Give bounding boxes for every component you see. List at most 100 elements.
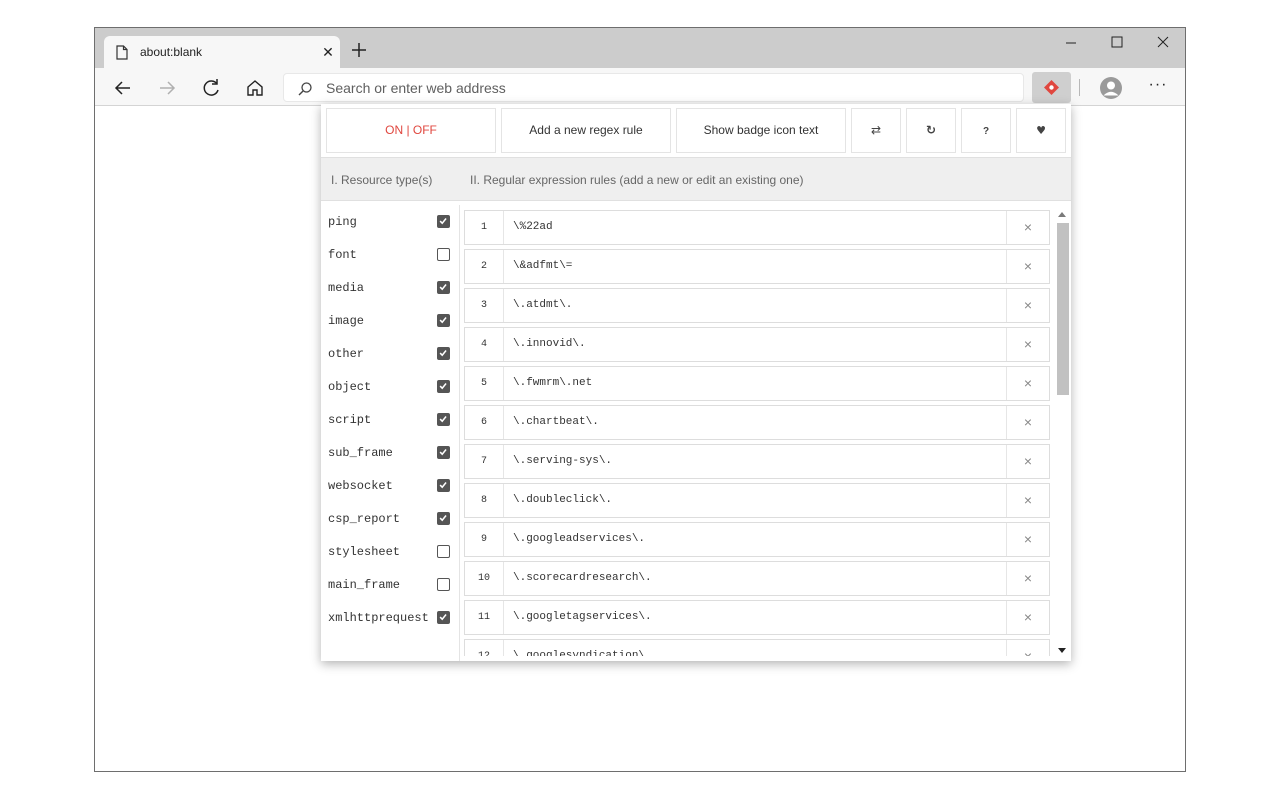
rule-pattern[interactable]: \.atdmt\. <box>513 299 572 311</box>
regex-rule-list: 1 \%22ad × 2 \&adfmt\= × 3 \.atdmt\. × 4 \.innovid… <box>464 210 1050 656</box>
rule-pattern[interactable]: \.serving-sys\. <box>513 455 612 467</box>
resource-type-checkbox[interactable] <box>437 512 450 525</box>
maximize-icon[interactable] <box>1094 28 1140 58</box>
heart-button[interactable]: ♥ <box>1016 108 1066 153</box>
resource-type-row[interactable]: csp_report <box>321 502 460 535</box>
delete-rule-icon[interactable]: × <box>1006 406 1049 439</box>
regex-rule-row[interactable]: 7 \.serving-sys\. × <box>464 444 1050 479</box>
resource-type-row[interactable]: stylesheet <box>321 535 460 568</box>
resource-type-checkbox[interactable] <box>437 347 450 360</box>
address-input[interactable] <box>326 79 1006 97</box>
delete-rule-icon[interactable]: × <box>1006 367 1049 400</box>
delete-rule-icon[interactable]: × <box>1006 640 1049 656</box>
resource-type-row[interactable]: script <box>321 403 460 436</box>
add-rule-button[interactable]: Add a new regex rule <box>501 108 671 153</box>
checkmark-icon <box>439 317 447 324</box>
on-off-button[interactable]: ON | OFF <box>326 108 496 153</box>
resource-type-checkbox[interactable] <box>437 611 450 624</box>
scroll-down-arrow-icon[interactable] <box>1058 648 1066 653</box>
delete-rule-icon[interactable]: × <box>1006 523 1049 556</box>
profile-avatar-icon[interactable] <box>1099 76 1123 100</box>
resource-type-row[interactable]: font <box>321 238 460 271</box>
resource-type-row[interactable]: websocket <box>321 469 460 502</box>
delete-rule-icon[interactable]: × <box>1006 250 1049 283</box>
resource-type-row[interactable]: xmlhttprequest <box>321 601 460 634</box>
regex-rule-row[interactable]: 6 \.chartbeat\. × <box>464 405 1050 440</box>
regex-rule-row[interactable]: 2 \&adfmt\= × <box>464 249 1050 284</box>
rule-pattern[interactable]: \.googleadservices\. <box>513 533 645 545</box>
resource-type-checkbox[interactable] <box>437 545 450 558</box>
resource-type-checkbox[interactable] <box>437 479 450 492</box>
resource-type-row[interactable]: object <box>321 370 460 403</box>
home-icon[interactable] <box>241 75 269 101</box>
scroll-up-arrow-icon[interactable] <box>1058 212 1066 217</box>
resource-type-checkbox[interactable] <box>437 215 450 228</box>
resource-type-checkbox[interactable] <box>437 446 450 459</box>
rule-pattern[interactable]: \.googlesyndication\. <box>513 650 652 656</box>
rule-pattern[interactable]: \.chartbeat\. <box>513 416 599 428</box>
minimize-icon[interactable] <box>1048 28 1094 58</box>
rule-pattern[interactable]: \.scorecardresearch\. <box>513 572 652 584</box>
rule-pattern[interactable]: \.innovid\. <box>513 338 586 350</box>
help-button[interactable]: ? <box>961 108 1011 153</box>
refresh-button[interactable]: ↻ <box>906 108 956 153</box>
new-tab-icon[interactable] <box>347 38 371 62</box>
delete-rule-icon[interactable]: × <box>1006 601 1049 634</box>
show-badge-text-button[interactable]: Show badge icon text <box>676 108 846 153</box>
resource-type-checkbox[interactable] <box>437 248 450 261</box>
browser-tab[interactable]: about:blank ✕ <box>104 36 340 69</box>
rule-number: 1 <box>465 211 504 244</box>
rule-pattern[interactable]: \.doubleclick\. <box>513 494 612 506</box>
resource-type-list: ping font media image other object script sub_f… <box>321 205 460 661</box>
rule-pattern[interactable]: \&adfmt\= <box>513 260 572 272</box>
resource-type-checkbox[interactable] <box>437 281 450 294</box>
delete-rule-icon[interactable]: × <box>1006 562 1049 595</box>
regex-rule-row[interactable]: 5 \.fwmrm\.net × <box>464 366 1050 401</box>
resource-type-checkbox[interactable] <box>437 314 450 327</box>
resource-type-label: ping <box>328 215 357 229</box>
delete-rule-icon[interactable]: × <box>1006 484 1049 517</box>
resource-type-label: media <box>328 281 365 295</box>
close-window-icon[interactable] <box>1140 28 1186 58</box>
rules-scrollbar[interactable] <box>1054 208 1071 658</box>
delete-rule-icon[interactable]: × <box>1006 328 1049 361</box>
resource-type-row[interactable]: ping <box>321 205 460 238</box>
delete-rule-icon[interactable]: × <box>1006 211 1049 244</box>
regex-rule-row[interactable]: 12 \.googlesyndication\. × <box>464 639 1050 656</box>
resource-type-row[interactable]: main_frame <box>321 568 460 601</box>
extension-button[interactable] <box>1032 72 1071 103</box>
regex-rule-row[interactable]: 9 \.googleadservices\. × <box>464 522 1050 557</box>
scroll-thumb[interactable] <box>1057 223 1069 395</box>
resource-type-row[interactable]: image <box>321 304 460 337</box>
forward-arrow-icon[interactable] <box>153 75 181 101</box>
resource-type-checkbox[interactable] <box>437 578 450 591</box>
rule-pattern[interactable]: \.googletagservices\. <box>513 611 652 623</box>
regex-rule-row[interactable]: 11 \.googletagservices\. × <box>464 600 1050 635</box>
search-icon <box>298 82 312 96</box>
more-menu-icon[interactable]: ··· <box>1145 74 1171 100</box>
regex-rule-row[interactable]: 1 \%22ad × <box>464 210 1050 245</box>
resource-type-checkbox[interactable] <box>437 380 450 393</box>
resource-type-label: csp_report <box>328 512 401 526</box>
address-bar[interactable] <box>283 73 1024 102</box>
back-arrow-icon[interactable] <box>109 75 137 101</box>
page-icon <box>116 45 128 60</box>
delete-rule-icon[interactable]: × <box>1006 289 1049 322</box>
rule-number: 2 <box>465 250 504 283</box>
delete-rule-icon[interactable]: × <box>1006 445 1049 478</box>
regex-rule-row[interactable]: 4 \.innovid\. × <box>464 327 1050 362</box>
regex-rule-row[interactable]: 10 \.scorecardresearch\. × <box>464 561 1050 596</box>
rule-pattern[interactable]: \%22ad <box>513 221 553 233</box>
regex-rule-row[interactable]: 8 \.doubleclick\. × <box>464 483 1050 518</box>
regex-rule-row[interactable]: 3 \.atdmt\. × <box>464 288 1050 323</box>
resource-type-checkbox[interactable] <box>437 413 450 426</box>
resource-type-row[interactable]: media <box>321 271 460 304</box>
rule-pattern[interactable]: \.fwmrm\.net <box>513 377 592 389</box>
rule-number: 4 <box>465 328 504 361</box>
resource-type-row[interactable]: sub_frame <box>321 436 460 469</box>
reload-icon[interactable] <box>197 75 225 101</box>
resource-type-label: other <box>328 347 365 361</box>
resource-type-row[interactable]: other <box>321 337 460 370</box>
swap-button[interactable]: ⇄ <box>851 108 901 153</box>
tab-close-icon[interactable]: ✕ <box>318 42 338 62</box>
